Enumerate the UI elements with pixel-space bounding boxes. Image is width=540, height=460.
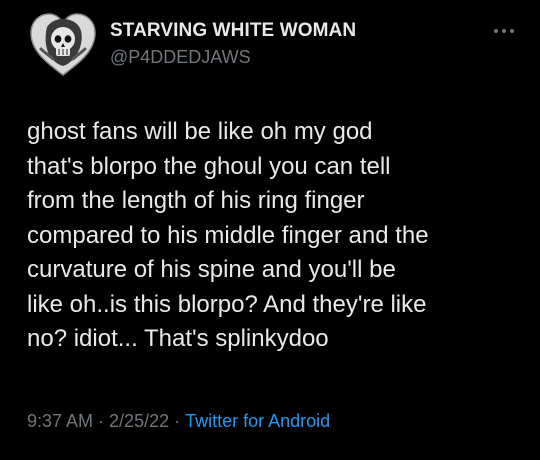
tweet-source-link[interactable]: Twitter for Android [185, 411, 330, 431]
author-display-name[interactable]: STARVING WHITE WOMAN [110, 20, 356, 42]
tweet-card: STARVING WHITE WOMAN @P4DDEDJAWS ghost f… [0, 0, 540, 460]
meta-separator: · [174, 411, 181, 431]
more-options-button[interactable] [490, 22, 518, 40]
tweet-metadata: 9:37 AM · 2/25/22 · Twitter for Android [27, 411, 330, 432]
tweet-date[interactable]: 2/25/22 [109, 411, 169, 431]
meta-separator: · [98, 411, 105, 431]
tweet-time[interactable]: 9:37 AM [27, 411, 93, 431]
heart-skull-avatar-icon [30, 13, 96, 76]
author-avatar[interactable] [27, 9, 99, 81]
author-handle[interactable]: @P4DDEDJAWS [110, 47, 251, 68]
tweet-text: ghost fans will be like oh my god that's… [27, 118, 429, 352]
more-horizontal-icon [494, 29, 514, 33]
